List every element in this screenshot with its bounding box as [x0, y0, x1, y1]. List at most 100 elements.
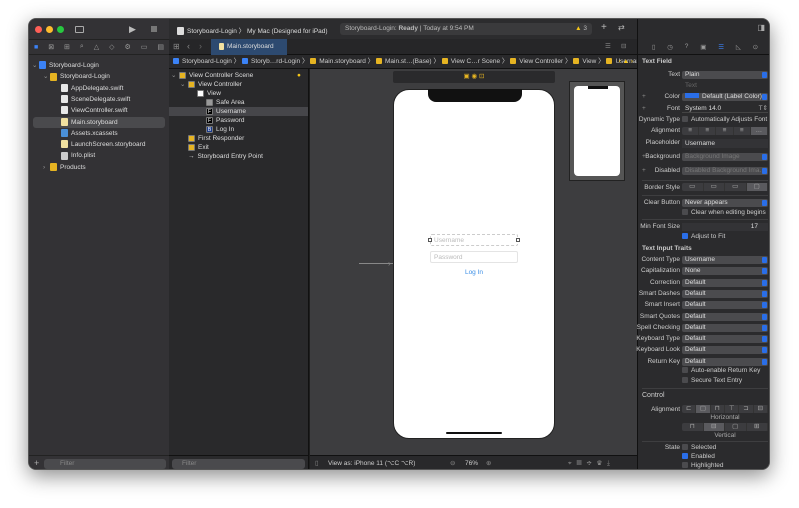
jump-bar-item[interactable]: Main.st…(Base)	[376, 58, 432, 65]
file-item[interactable]: SceneDelegate.swift	[33, 94, 165, 105]
login-button[interactable]: Log In	[394, 269, 554, 276]
disclosure-icon[interactable]: ⌄	[43, 71, 48, 82]
disclosure-icon[interactable]: ⌄	[32, 60, 37, 71]
folder-icon[interactable]: ■	[34, 44, 38, 51]
outline-toggle-icon[interactable]: ▯	[315, 456, 319, 469]
file-item[interactable]: ViewController.swift	[33, 105, 165, 116]
trait-popup[interactable]: Default	[682, 289, 768, 298]
selected-checkbox[interactable]: Selected	[682, 444, 716, 451]
trait-popup[interactable]: None	[682, 267, 768, 276]
debug-icon[interactable]: ⚙	[124, 43, 130, 51]
add-variation-icon[interactable]: +	[642, 105, 646, 112]
font-field[interactable]: System 14.0 T⇕	[682, 105, 768, 113]
placeholder-input[interactable]: Username	[682, 139, 768, 148]
outline-item[interactable]: ⌄ View Controller Scene	[169, 71, 308, 80]
zoom-in-icon[interactable]: ⊕	[486, 456, 491, 469]
outline-item[interactable]: F Username	[169, 107, 308, 116]
add-icon[interactable]: +	[34, 458, 39, 468]
back-icon[interactable]: ‹	[187, 41, 190, 51]
file-item[interactable]: Assets.xcassets	[33, 128, 165, 139]
auto-enable-return-checkbox[interactable]: Auto-enable Return Key	[682, 367, 760, 374]
outline-filter-input[interactable]: Filter	[172, 459, 305, 469]
stop-button[interactable]	[151, 26, 157, 32]
outline-item[interactable]: B Log In	[169, 125, 308, 134]
trait-popup[interactable]: Default	[682, 301, 768, 310]
issue-navigator-icon[interactable]: ‹ ▲ ›	[619, 55, 633, 69]
color-popup[interactable]: Default (Label Color)	[682, 93, 768, 101]
trait-popup[interactable]: Default	[682, 278, 768, 287]
first-responder-icon[interactable]: ◉	[472, 73, 478, 80]
trait-popup[interactable]: Default	[682, 323, 768, 332]
view-as-button[interactable]: View as: iPhone 11 (⌥C ⌥R)	[328, 456, 415, 469]
background-popup[interactable]: Background Image	[682, 153, 768, 161]
enabled-checkbox[interactable]: Enabled	[682, 453, 715, 460]
trait-popup[interactable]: Default	[682, 335, 768, 344]
jump-bar-item[interactable]: View C…r Scene	[441, 58, 500, 65]
scheme-selector[interactable]: Storyboard-Login 〉 My Mac (Designed for …	[177, 25, 328, 36]
add-variation-icon[interactable]: +	[642, 167, 646, 174]
dynamic-type-checkbox[interactable]: Automatically Adjusts Font	[682, 116, 767, 123]
text-type-popup[interactable]: Plain	[682, 71, 768, 79]
update-frames-icon[interactable]: ⌖	[568, 460, 577, 467]
close-window-button[interactable]	[35, 26, 42, 33]
breakpoint-icon[interactable]: ▭	[141, 43, 148, 51]
embed-icon[interactable]: ⤓	[607, 460, 615, 467]
zoom-out-icon[interactable]: ⊖	[450, 456, 455, 469]
jump-bar-item[interactable]: Storyb…rd-Login	[242, 58, 300, 65]
trait-popup[interactable]: Default	[682, 346, 768, 355]
outline-item[interactable]: → Storyboard Entry Point	[169, 152, 308, 161]
file-item[interactable]: ⌄ Storyboard-Login	[32, 60, 165, 71]
border-style-control[interactable]: ▭ ▭ ▭ ▢	[682, 183, 768, 191]
source-control-icon[interactable]: ⊠	[48, 43, 54, 51]
search-icon[interactable]: ⌕	[80, 43, 84, 51]
font-picker-icon[interactable]: T⇕	[759, 105, 768, 113]
minimap[interactable]	[569, 81, 625, 181]
file-item[interactable]: Main.storyboard	[33, 116, 165, 128]
outline-item[interactable]: Safe Area	[169, 98, 308, 107]
warning-icon[interactable]: △	[94, 43, 99, 51]
adjust-to-fit-checkbox[interactable]: Adjust to Fit	[682, 233, 725, 240]
jump-bar-item[interactable]: View Controller	[510, 58, 563, 65]
file-item[interactable]: AppDelegate.swift	[33, 83, 165, 94]
outline-item[interactable]: F Password	[169, 116, 308, 125]
run-button[interactable]: ▶	[129, 24, 136, 35]
zoom-window-button[interactable]	[57, 26, 64, 33]
jump-bar-item[interactable]: View	[573, 58, 596, 65]
grid-icon[interactable]: ⊞	[173, 42, 180, 51]
disclosure-icon[interactable]: ›	[43, 162, 45, 173]
clear-button-popup[interactable]: Never appears	[682, 199, 768, 207]
outline-item[interactable]: View	[169, 89, 308, 98]
navigator-filter-input[interactable]: Filter	[44, 459, 166, 469]
text-field-input[interactable]: Text	[682, 82, 768, 90]
disclosure-icon[interactable]: ⌄	[180, 80, 185, 89]
trait-popup[interactable]: Default	[682, 312, 768, 321]
outline-item[interactable]: Exit	[169, 143, 308, 152]
iphone-scene[interactable]: Username Password Log In	[393, 89, 555, 439]
canvas[interactable]: ▣ ◉ ⊡ › Username Password Log In	[310, 69, 637, 455]
report-icon[interactable]: ▤	[157, 43, 164, 51]
forward-icon[interactable]: ›	[199, 41, 202, 51]
minimize-window-button[interactable]	[46, 26, 53, 33]
align-icon[interactable]: ▤	[577, 460, 587, 467]
trait-popup[interactable]: Default	[682, 357, 768, 366]
min-font-size-input[interactable]: 17	[682, 223, 768, 231]
add-variation-icon[interactable]: +	[642, 93, 646, 100]
jump-bar-item[interactable]: Storyboard-Login	[173, 58, 232, 65]
symbol-icon[interactable]: ⊞	[64, 43, 70, 51]
file-item[interactable]: › Products	[33, 162, 165, 173]
outline-item[interactable]: First Responder	[169, 134, 308, 143]
library-add-icon[interactable]: +	[601, 22, 607, 33]
tab-main-storyboard[interactable]: Main.storyboard	[211, 39, 287, 55]
username-field[interactable]: Username	[428, 234, 520, 246]
test-icon[interactable]: ◇	[109, 43, 114, 51]
vertical-alignment-control[interactable]: ⊓ ⊟ ▢ ⊞	[682, 423, 768, 431]
scene-warning-icon[interactable]: ●	[297, 72, 301, 79]
file-item[interactable]: ⌄ Storyboard-Login	[33, 71, 165, 82]
resolve-icon[interactable]: ♕	[597, 460, 607, 467]
sidebar-toggle-icon[interactable]	[75, 26, 84, 33]
file-item[interactable]: Info.plist	[33, 150, 165, 161]
view-controller-icon[interactable]: ▣	[464, 73, 470, 80]
resize-handle-right[interactable]	[516, 238, 520, 242]
file-item[interactable]: LaunchScreen.storyboard	[33, 139, 165, 150]
resize-handle-left[interactable]	[428, 238, 432, 242]
